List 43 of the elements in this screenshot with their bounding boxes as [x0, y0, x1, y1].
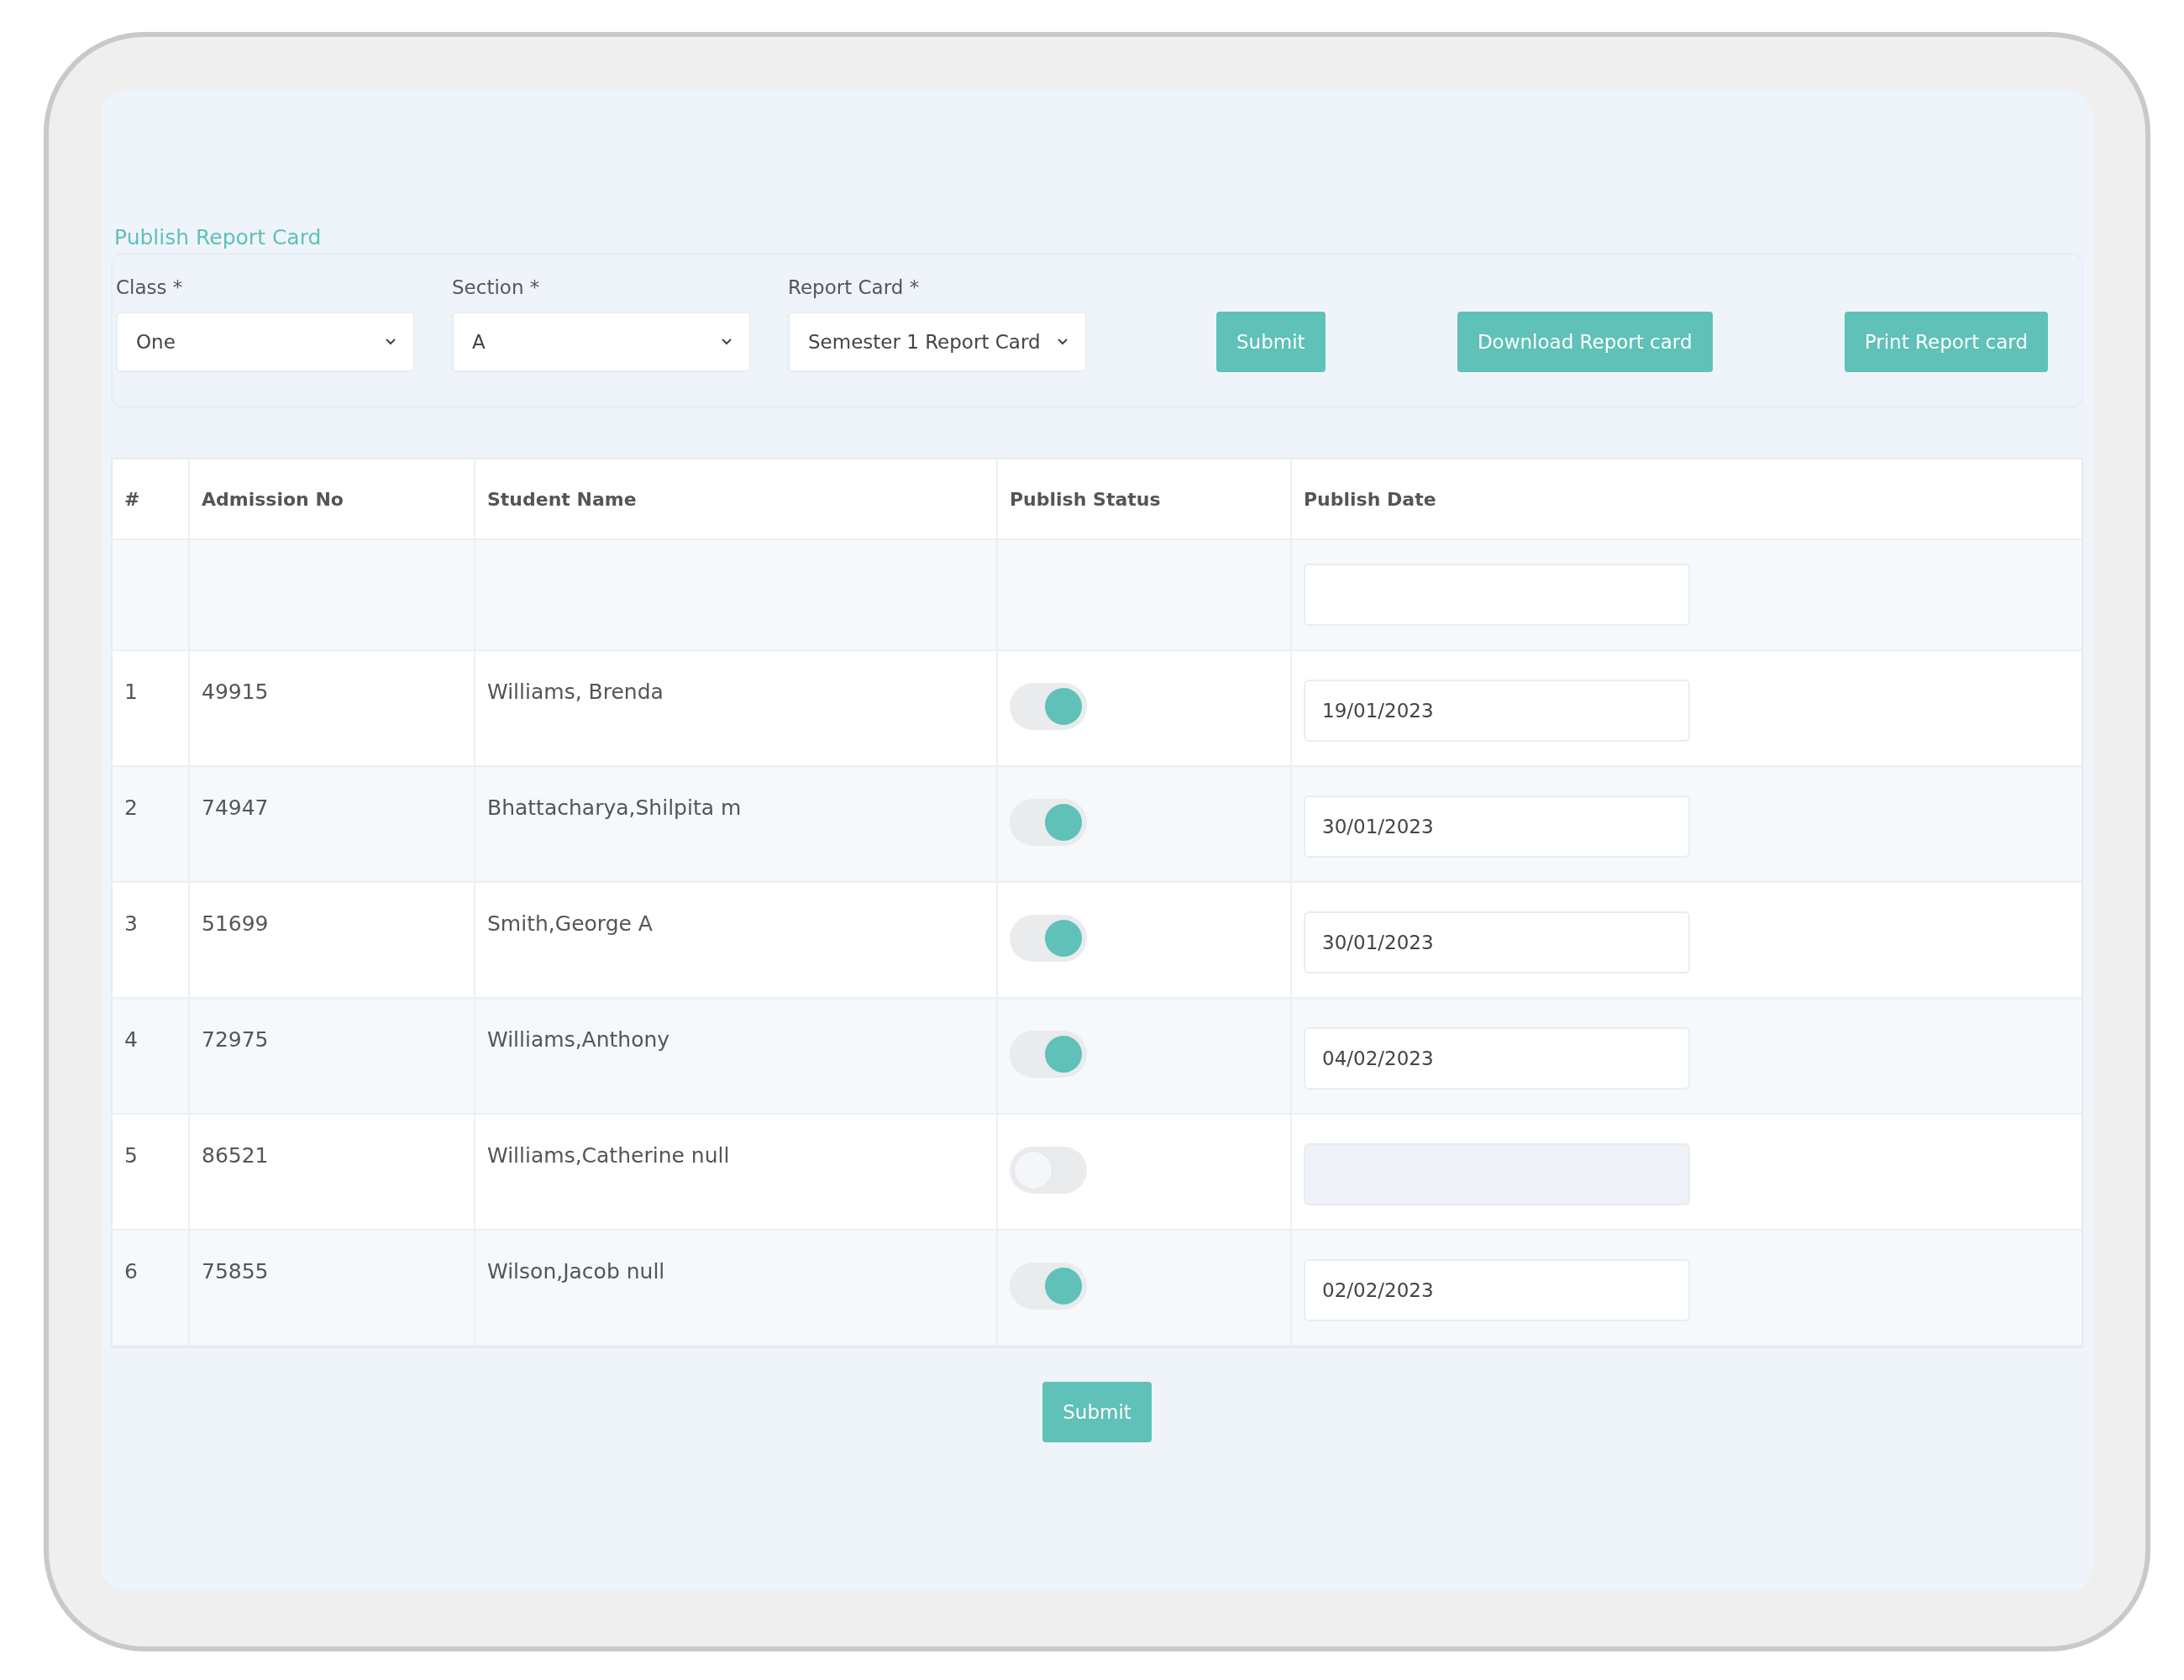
student-name: Wilson,Jacob null	[487, 1259, 665, 1284]
column-header: Student Name	[475, 459, 998, 540]
publish-toggle[interactable]	[1010, 915, 1087, 962]
select-field[interactable]: A	[452, 312, 751, 372]
row-number: 2	[124, 795, 138, 820]
publish-date-field[interactable]: 02/02/2023	[1304, 1259, 1690, 1321]
select-field[interactable]: One	[116, 312, 415, 372]
publish-toggle[interactable]	[1010, 1147, 1087, 1194]
publish-toggle[interactable]	[1010, 1263, 1087, 1310]
column-header: Publish Status	[998, 459, 1292, 540]
publish-toggle[interactable]	[1010, 683, 1087, 730]
student-name: Williams, Brenda	[487, 680, 664, 704]
chevron-down-icon	[1057, 338, 1068, 346]
admission-number: 51699	[202, 911, 269, 936]
publish-toggle[interactable]	[1010, 1031, 1087, 1078]
publish-date-field[interactable]: 19/01/2023	[1304, 680, 1690, 742]
publish-date-field[interactable]: 30/01/2023	[1304, 795, 1690, 858]
chevron-down-icon	[385, 338, 396, 346]
publish-toggle[interactable]	[1010, 799, 1087, 846]
student-name: Smith,George A	[487, 911, 653, 936]
chevron-down-icon	[721, 338, 732, 346]
column-header: Admission No	[190, 459, 475, 540]
section-title: Publish Report Card	[113, 225, 323, 249]
admission-number: 75855	[202, 1259, 269, 1284]
student-name: Williams,Anthony	[487, 1027, 670, 1052]
field-label: Class *	[116, 276, 184, 298]
row-number: 3	[124, 911, 138, 936]
row-number: 6	[124, 1259, 138, 1284]
column-header: #	[113, 459, 190, 540]
row-number: 5	[124, 1143, 138, 1168]
row-number: 1	[124, 680, 138, 704]
admission-number: 74947	[202, 795, 269, 820]
publish-date-field[interactable]: 30/01/2023	[1304, 911, 1690, 974]
field-label: Section *	[452, 276, 541, 298]
field-label: Report Card *	[788, 276, 921, 298]
student-name: Williams,Catherine null	[487, 1143, 730, 1168]
admission-number: 49915	[202, 680, 269, 704]
student-name: Bhattacharya,Shilpita m	[487, 795, 742, 820]
select-field[interactable]: Semester 1 Report Card	[788, 312, 1087, 372]
admission-number: 86521	[202, 1143, 269, 1168]
row-number: 4	[124, 1027, 138, 1052]
admission-number: 72975	[202, 1027, 269, 1052]
publish-date-field[interactable]: 04/02/2023	[1304, 1027, 1690, 1089]
